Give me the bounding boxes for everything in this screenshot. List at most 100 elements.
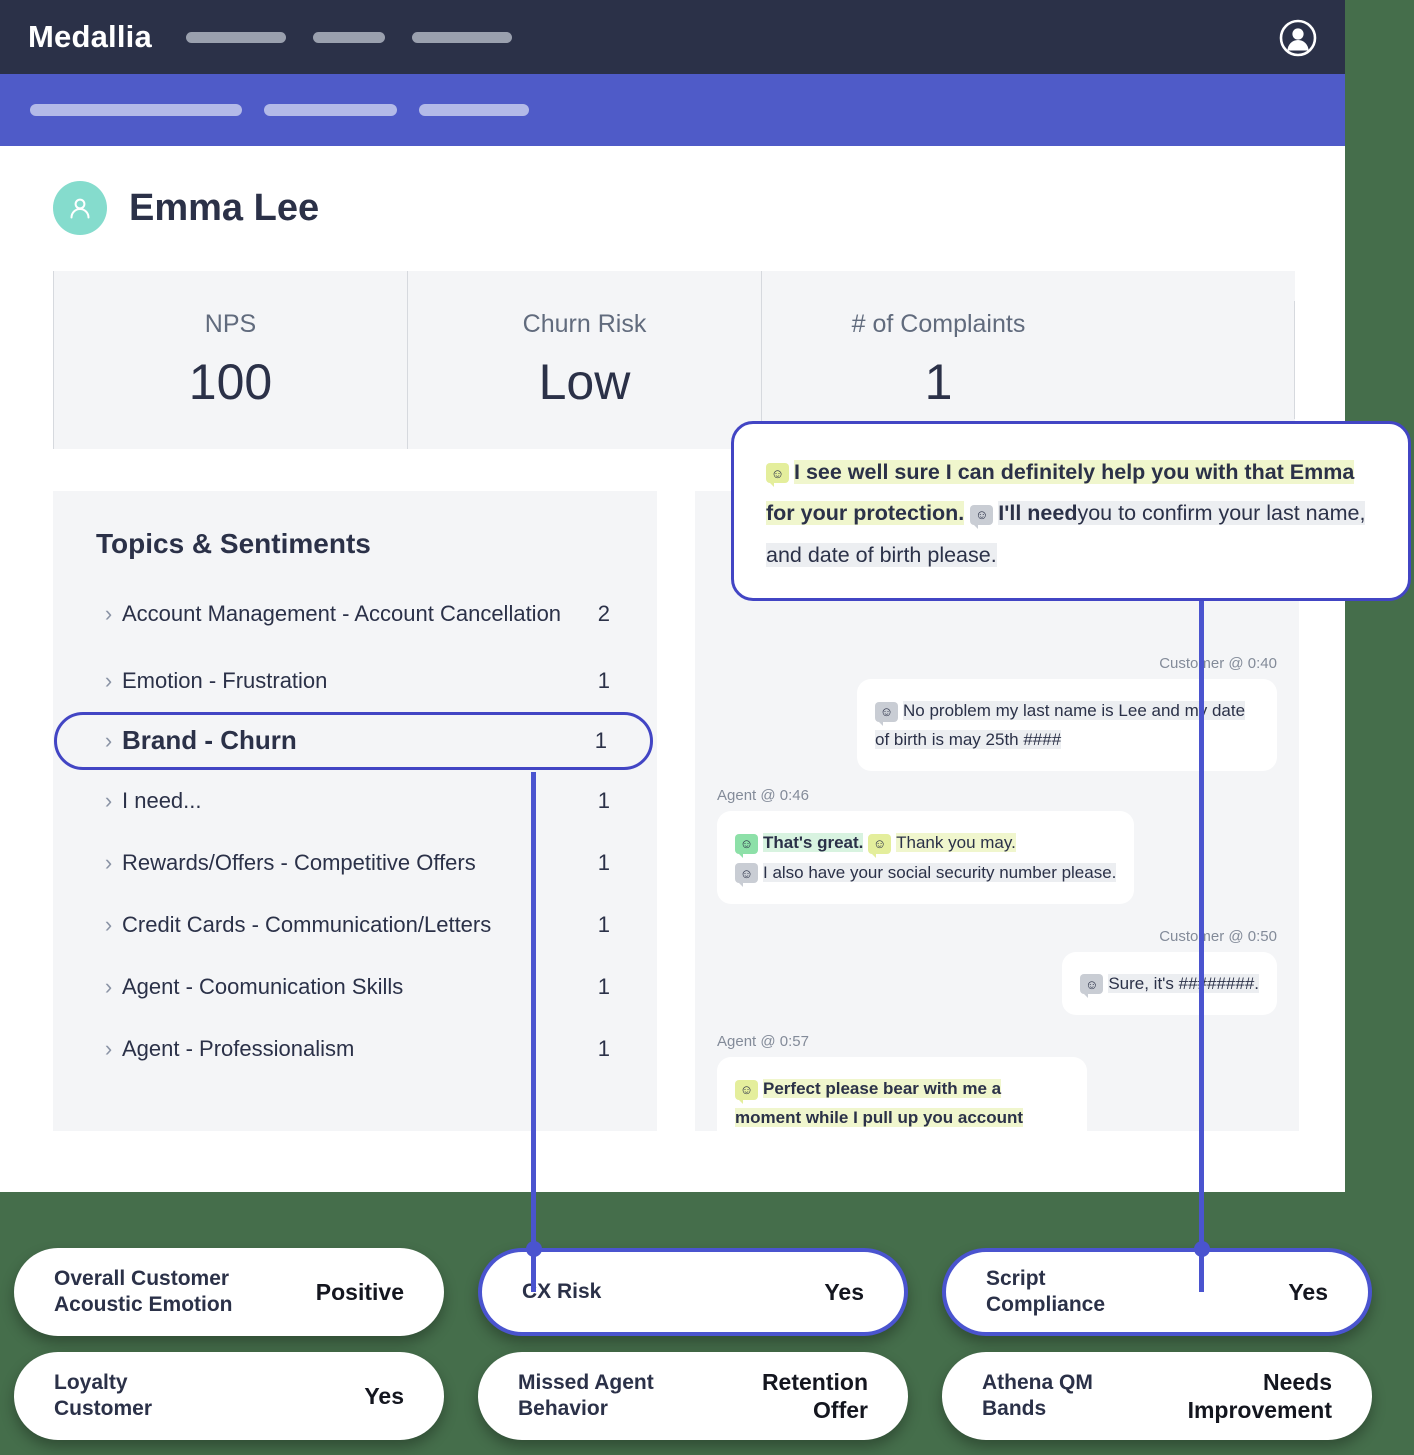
pill-athena-qm-bands[interactable]: Athena QM Bands Needs Improvement — [942, 1352, 1372, 1440]
topic-label: Account Management - Account Cancellatio… — [122, 600, 562, 626]
chevron-right-icon[interactable]: › — [101, 730, 116, 752]
kpi-churn-risk: Churn Risk Low — [407, 271, 761, 449]
callout-text: ☺ I see well sure I can definitely help y… — [766, 452, 1376, 576]
nav-item-placeholder-1[interactable] — [185, 31, 286, 43]
topic-count: 1 — [597, 1036, 610, 1061]
smiley-chip-icon: ☺ — [735, 1079, 758, 1104]
message-meta: Customer @ 0:50 — [1159, 927, 1277, 945]
page-title: Emma Lee — [129, 186, 320, 229]
user-circle-icon[interactable] — [1278, 18, 1318, 58]
topic-label: Brand - Churn — [122, 725, 297, 756]
callout-segment-2: I'll need — [998, 501, 1078, 526]
highlighted-utterance-callout: ☺ I see well sure I can definitely help y… — [731, 421, 1411, 601]
topic-row[interactable]: › Agent - Professionalism 1 — [53, 1018, 657, 1080]
kpi-label: # of Complaints — [851, 309, 1026, 338]
subnav-item-placeholder-3[interactable] — [419, 104, 529, 116]
pill-value: Retention Offer — [761, 1368, 868, 1423]
kpi-nps: NPS 100 — [53, 271, 407, 449]
kpi-label: Churn Risk — [522, 309, 647, 338]
pill-value: Yes — [364, 1382, 404, 1409]
smiley-chip-icon: ☺ — [875, 701, 898, 726]
topic-label: Agent - Coomunication Skills — [122, 973, 404, 999]
topic-row[interactable]: › Account Management - Account Cancellat… — [53, 578, 657, 650]
pill-cx-risk[interactable]: CX Risk Yes — [478, 1248, 908, 1336]
topic-count: 1 — [597, 912, 610, 937]
pill-missed-agent-behavior[interactable]: Missed Agent Behavior Retention Offer — [478, 1352, 908, 1440]
pill-loyalty-customer[interactable]: Loyalty Customer Yes — [14, 1352, 444, 1440]
topic-label: Emotion - Frustration — [122, 667, 328, 693]
topic-label: Agent - Professionalism — [122, 1035, 355, 1061]
top-navbar: Medallia — [0, 0, 1345, 74]
transcript-message: Agent @ 0:46 ☺ That's great. ☺ Thank you m… — [695, 771, 1299, 904]
pill-value: Needs Improvement — [1187, 1368, 1332, 1423]
connector-endpoint-script-compliance — [1194, 1241, 1210, 1257]
chevron-right-icon[interactable]: › — [101, 852, 116, 874]
connector-endpoint-cx-risk — [526, 1241, 542, 1257]
kpi-label: NPS — [204, 309, 257, 338]
smiley-chip-icon: ☺ — [735, 863, 758, 888]
sub-navbar — [0, 74, 1345, 146]
topics-sentiments-panel: Topics & Sentiments › Account Management… — [53, 491, 657, 1131]
subnav-item-placeholder-1[interactable] — [30, 104, 242, 116]
topic-label: Rewards/Offers - Competitive Offers — [122, 849, 476, 875]
nav-item-placeholder-3[interactable] — [411, 31, 512, 43]
smiley-chip-icon: ☺ — [766, 463, 789, 488]
message-meta: Agent @ 0:57 — [717, 1033, 809, 1051]
person-icon — [53, 181, 107, 235]
message-bubble: ☺ Perfect please bear with me a moment wh… — [717, 1057, 1087, 1131]
message-bubble: ☺ That's great. ☺ Thank you may. ☺ I also h… — [717, 811, 1135, 904]
message-text: I also have your social security number … — [763, 862, 1117, 882]
top-nav-items — [185, 31, 512, 43]
chevron-right-icon[interactable]: › — [101, 976, 116, 998]
sub-nav-items — [30, 104, 529, 116]
message-text: No problem my last name is Lee and my da… — [875, 701, 1246, 750]
message-meta: Agent @ 0:46 — [717, 787, 809, 805]
pill-script-compliance[interactable]: Script Compliance Yes — [942, 1248, 1372, 1336]
pill-overall-customer-acoustic-emotion[interactable]: Overall Customer Acoustic Emotion Positi… — [14, 1248, 444, 1336]
topic-row[interactable]: › Agent - Coomunication Skills 1 — [53, 956, 657, 1018]
kpi-value: Low — [538, 353, 631, 410]
topic-row[interactable]: › Credit Cards - Communication/Letters 1 — [53, 894, 657, 956]
panel-title: Topics & Sentiments — [96, 528, 371, 559]
pill-label: Overall Customer Acoustic Emotion — [54, 1267, 233, 1316]
kpi-value: 1 — [924, 353, 953, 410]
chevron-right-icon[interactable]: › — [101, 1038, 116, 1060]
page-body: Emma Lee NPS 100 Churn Risk Low # of Com… — [0, 146, 1345, 1131]
pill-value: Yes — [1288, 1278, 1328, 1305]
brand-logo[interactable]: Medallia — [28, 19, 152, 55]
pill-label: Script Compliance — [986, 1267, 1106, 1316]
chevron-right-icon[interactable]: › — [101, 914, 116, 936]
transcript-message: Customer @ 0:50 ☺ Sure, it's ########. — [695, 904, 1299, 1016]
transcript-message: Agent @ 0:57 ☺ Perfect please bear with m… — [695, 1015, 1299, 1131]
pill-value: Positive — [315, 1278, 404, 1305]
topic-count: 2 — [597, 601, 610, 626]
message-text: Thank you may. — [896, 833, 1016, 853]
subnav-item-placeholder-2[interactable] — [264, 104, 397, 116]
chevron-right-icon[interactable]: › — [101, 603, 116, 625]
message-bubble: ☺ No problem my last name is Lee and my d… — [857, 679, 1277, 772]
topic-row[interactable]: › Emotion - Frustration 1 — [53, 650, 657, 712]
nav-item-placeholder-2[interactable] — [312, 31, 385, 43]
topic-count: 1 — [597, 850, 610, 875]
message-text: Sure, it's ########. — [1108, 973, 1259, 993]
topic-label: Credit Cards - Communication/Letters — [122, 911, 492, 937]
topic-row[interactable]: › Rewards/Offers - Competitive Offers 1 — [53, 832, 657, 894]
insight-pill-row-2: Loyalty Customer Yes Missed Agent Behavi… — [0, 1352, 1414, 1440]
pill-label: Loyalty Customer — [54, 1371, 153, 1420]
pill-label: Athena QM Bands — [982, 1371, 1093, 1420]
topic-row[interactable]: › I need... 1 — [53, 770, 657, 832]
smiley-chip-icon: ☺ — [1080, 974, 1104, 999]
message-text: That's great. — [763, 833, 864, 853]
customer-header: Emma Lee — [53, 181, 1345, 235]
chevron-right-icon[interactable]: › — [101, 790, 116, 812]
kpi-value: 100 — [188, 353, 273, 410]
topic-row-selected-brand-churn[interactable]: › Brand - Churn 1 — [54, 712, 653, 770]
kpi-divider — [1294, 301, 1295, 419]
pill-value: Yes — [824, 1278, 864, 1305]
smiley-chip-icon: ☺ — [868, 833, 892, 858]
message-bubble: ☺ Sure, it's ########. — [1062, 951, 1277, 1016]
topic-count: 1 — [597, 788, 610, 813]
chevron-right-icon[interactable]: › — [101, 670, 116, 692]
smiley-chip-icon: ☺ — [735, 833, 758, 858]
topic-count: 1 — [594, 728, 607, 753]
